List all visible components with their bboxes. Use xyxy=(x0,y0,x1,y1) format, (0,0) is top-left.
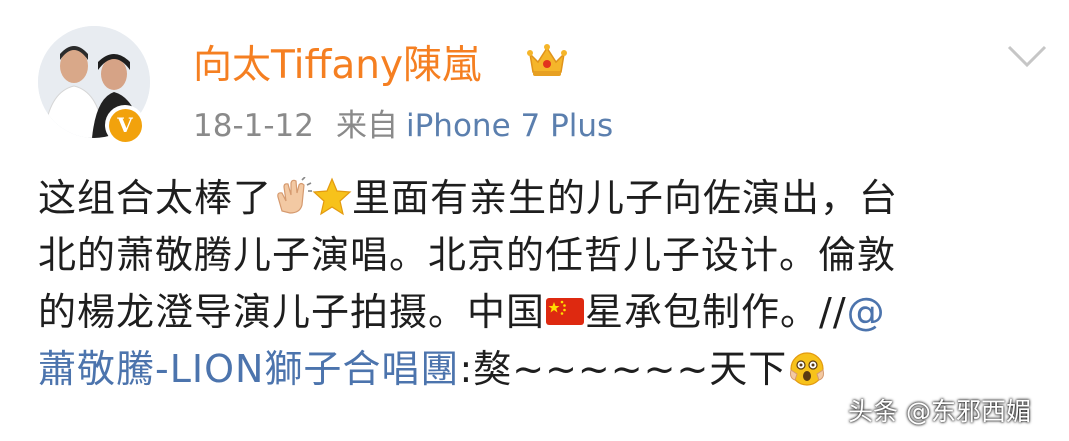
source-prefix: 来自 xyxy=(336,108,398,144)
content-text: 的楊龙澄导演儿子拍摄。中国 xyxy=(38,290,546,334)
chevron-down-icon[interactable] xyxy=(1005,41,1049,71)
content-text: 里面有亲生的儿子向佐演出，台 xyxy=(352,176,899,220)
content-text: 北的萧敬腾儿子演唱。北京的任哲儿子设计。倫敦 xyxy=(38,233,897,277)
content-line: 这组合太棒了 里面有亲生的儿子向佐演出，台 xyxy=(38,170,1043,227)
content-text: :獒~~~~~~天下 xyxy=(459,347,788,391)
watermark: 头条 @东邪西媚 xyxy=(848,397,1031,426)
author-name[interactable]: 向太Tiffany陳嵐 xyxy=(193,40,481,92)
scared-face-emoji xyxy=(790,352,825,386)
content-line: 北的萧敬腾儿子演唱。北京的任哲儿子设计。倫敦 xyxy=(38,227,1043,284)
post-meta: 18-1-12 来自 iPhone 7 Plus xyxy=(193,106,613,146)
clap-emoji xyxy=(277,177,313,214)
content-text: 这组合太棒了 xyxy=(38,176,273,220)
china-flag-emoji xyxy=(546,298,585,325)
device-link[interactable]: iPhone 7 Plus xyxy=(406,108,613,144)
star-emoji xyxy=(312,177,352,216)
post-content: 这组合太棒了 里面有亲生的儿子向佐演出，台 北的萧敬腾儿子演唱。北京的任哲儿子设… xyxy=(38,170,1043,398)
post-date: 18-1-12 xyxy=(193,108,314,144)
verified-badge: V xyxy=(105,105,145,145)
content-line: 蕭敬騰-LION獅子合唱團:獒~~~~~~天下 xyxy=(38,341,1043,398)
crown-icon xyxy=(526,40,568,80)
mention-link[interactable]: 蕭敬騰-LION獅子合唱團 xyxy=(38,347,459,391)
verified-v-icon: V xyxy=(108,108,142,142)
content-line: 的楊龙澄导演儿子拍摄。中国 星承包制作。//@ xyxy=(38,284,1043,341)
mention-at[interactable]: @ xyxy=(847,290,886,334)
content-text: 星承包制作。// xyxy=(585,290,847,334)
